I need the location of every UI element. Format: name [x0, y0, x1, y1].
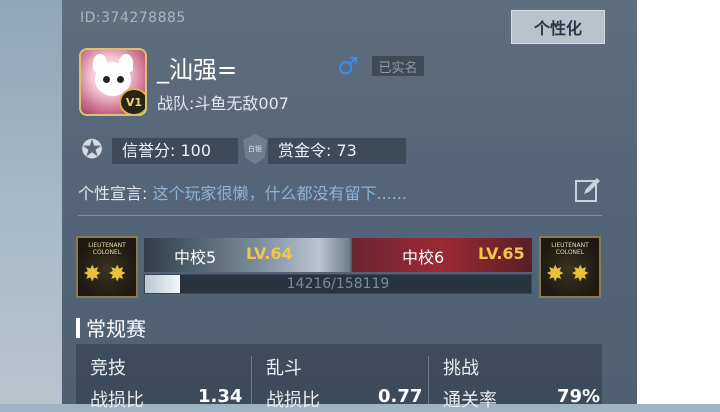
- player-id: ID:374278885: [80, 10, 186, 26]
- rank-badge-text: LIEUTENANT COLONEL: [88, 242, 126, 256]
- background-right: [637, 0, 720, 404]
- motto-text: 这个玩家很懒，什么都没有留下......: [152, 184, 408, 203]
- profile-panel: ID:374278885 个性化 V1 _汕强= ♂ 已实名 战队:斗鱼无敌00…: [62, 0, 637, 411]
- avatar-eye-left: [103, 76, 110, 83]
- stats-mode-title: 竞技: [90, 358, 126, 379]
- current-rank-level: LV.64: [246, 244, 293, 263]
- section-title-bar: [76, 317, 80, 338]
- current-rank-name: 中校5: [174, 248, 217, 267]
- stats-row-label: 战损比: [266, 390, 320, 411]
- divider: [78, 215, 602, 216]
- bounty-score: 赏金令: 73: [268, 138, 406, 164]
- edit-icon[interactable]: [574, 176, 602, 204]
- rank-badge-text: LIEUTENANT COLONEL: [551, 242, 589, 256]
- stats-mode-title: 挑战: [443, 358, 479, 379]
- avatar-eye-right: [117, 76, 124, 83]
- male-icon: ♂: [337, 52, 359, 80]
- motto: 个性宣言: 这个玩家很懒，什么都没有留下......: [78, 180, 407, 204]
- verified-badge: 已实名: [372, 56, 424, 76]
- stats-mode-title: 乱斗: [266, 358, 302, 379]
- stats-column[interactable]: 挑战 通关率 79%: [429, 344, 602, 411]
- stats-column[interactable]: 乱斗 战损比 0.77: [252, 344, 427, 411]
- star-icon: ✸: [546, 262, 565, 287]
- star-icon: ✸: [83, 262, 102, 287]
- exp-progress-text: 14216/158119: [286, 276, 390, 292]
- honor-score: 信誉分: 100: [112, 138, 238, 164]
- honor-wing-icon: ✪: [81, 135, 103, 165]
- star-icon: ✸: [571, 262, 590, 287]
- stats-table: 竞技 战损比 1.34 乱斗 战损比 0.77 挑战 通关率 79%: [76, 344, 602, 411]
- exp-progress-bar: 14216/158119: [144, 274, 532, 294]
- stats-column[interactable]: 竞技 战损比 1.34: [76, 344, 250, 411]
- vip-badge: V1: [119, 88, 145, 114]
- background-left: [0, 0, 62, 404]
- team-name[interactable]: 战队:斗鱼无敌007: [157, 90, 289, 114]
- avatar[interactable]: V1: [79, 48, 147, 116]
- section-title: 常规赛: [76, 313, 146, 342]
- stats-row-label: 通关率: [443, 390, 497, 411]
- player-name: _汕强=: [157, 56, 238, 84]
- motto-label: 个性宣言:: [78, 184, 148, 203]
- customize-button[interactable]: 个性化: [511, 10, 605, 44]
- next-rank-level: LV.65: [478, 244, 525, 263]
- bounty-shield-icon: 白银: [243, 134, 267, 164]
- stats-row-label: 战损比: [90, 390, 144, 411]
- rank-badge-current: LIEUTENANT COLONEL ✸ ✸: [76, 236, 138, 298]
- section-title-text: 常规赛: [86, 317, 146, 341]
- star-icon: ✸: [108, 262, 127, 287]
- rank-badge-next: LIEUTENANT COLONEL ✸ ✸: [539, 236, 601, 298]
- next-rank-name: 中校6: [402, 248, 445, 267]
